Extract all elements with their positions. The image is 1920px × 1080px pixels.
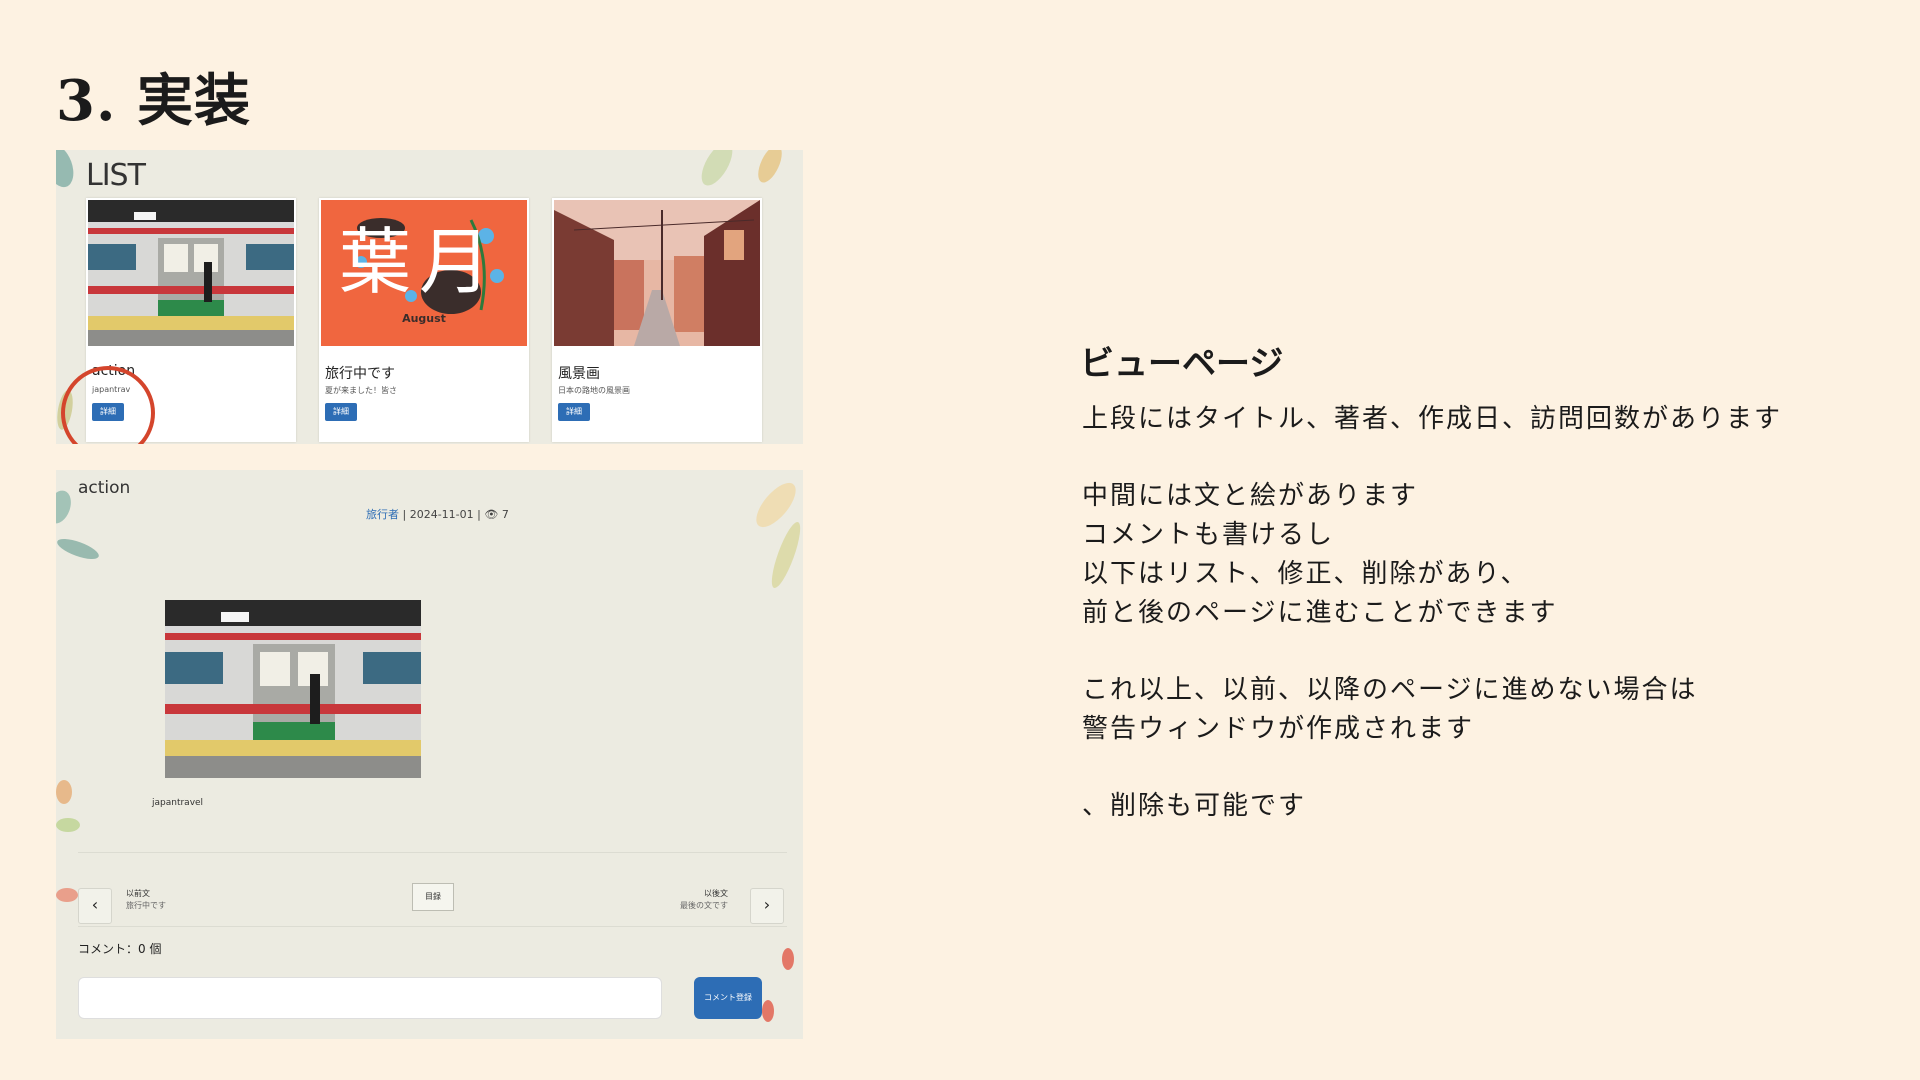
train-photo <box>88 200 294 346</box>
decor-leaf <box>56 888 78 902</box>
card-title: 風景画 <box>558 366 600 382</box>
view-count: 7 <box>501 508 509 521</box>
street-painting <box>554 200 760 346</box>
list-card[interactable]: 風景画 日本の路地の風景画 詳細 <box>552 198 762 442</box>
author-link[interactable]: 旅行者 <box>366 508 399 521</box>
chevron-left-icon: ‹ <box>91 895 99 914</box>
meta-separator: | <box>402 508 410 521</box>
view-page-screenshot: action 旅行者 | 2024-11-01 | 👁 7 japantrave… <box>56 470 803 1039</box>
section-title: ビューページ <box>1080 344 1284 384</box>
list-page-screenshot: LIST action japantrav 詳細 葉月 August 旅行中です… <box>56 150 803 444</box>
description-text: 上段にはタイトル、著者、作成日、訪問回数があります 中間には文と絵があります コ… <box>1082 400 1782 826</box>
post-date: 2024-11-01 <box>409 508 474 521</box>
list-heading: LIST <box>86 158 146 193</box>
next-page-button[interactable]: › <box>750 888 784 924</box>
description-line: 警告ウィンドウが作成されます <box>1082 714 1475 744</box>
description-line: 、削除も可能です <box>1082 791 1307 821</box>
card-subtitle: 夏が来ました！皆さ <box>325 386 397 395</box>
divider <box>78 852 787 853</box>
slide-title: 3. 実装 <box>56 68 251 134</box>
comment-input[interactable] <box>78 977 662 1019</box>
description-line: コメントも書けるし <box>1082 520 1335 550</box>
description-line: 上段にはタイトル、著者、作成日、訪問回数があります <box>1082 404 1783 434</box>
eye-icon: 👁 <box>484 508 499 521</box>
next-post-info[interactable]: 以後文 最後の文です <box>676 888 728 912</box>
next-title: 最後の文です <box>680 901 728 910</box>
decor-leaf <box>753 150 787 186</box>
image-caption: japantravel <box>152 798 204 808</box>
prev-page-button[interactable]: ‹ <box>78 888 112 924</box>
list-button[interactable]: 目録 <box>412 883 454 911</box>
decor-leaf <box>56 487 76 527</box>
comment-submit-button[interactable]: コメント登録 <box>694 977 762 1019</box>
next-label: 以後文 <box>704 889 728 898</box>
divider <box>78 926 787 927</box>
detail-button[interactable]: 詳細 <box>325 403 357 421</box>
description-line: これ以上、以前、以降のページに進めない場合は <box>1082 675 1698 705</box>
post-meta: 旅行者 | 2024-11-01 | 👁 7 <box>366 506 509 522</box>
card-subtitle: 日本の路地の風景画 <box>558 386 630 395</box>
prev-label: 以前文 <box>126 889 150 898</box>
description-line: 以下はリスト、修正、削除があり、 <box>1082 559 1529 589</box>
list-card[interactable]: 葉月 August 旅行中です 夏が来ました！皆さ 詳細 <box>319 198 529 442</box>
chevron-right-icon: › <box>763 895 771 914</box>
poster-text: August <box>402 312 446 325</box>
decor-leaf <box>695 150 739 191</box>
comment-count: コメント：0 個 <box>78 942 162 956</box>
decor-leaf <box>56 780 72 804</box>
post-image <box>165 600 421 778</box>
decor-leaf <box>766 519 803 591</box>
poster-kanji: 葉月 <box>339 220 500 304</box>
decor-leaf <box>762 1000 774 1022</box>
detail-button[interactable]: 詳細 <box>558 403 590 421</box>
post-title: action <box>78 478 131 498</box>
decor-leaf <box>56 534 102 564</box>
august-poster: 葉月 August <box>321 200 527 346</box>
decor-leaf <box>782 948 794 970</box>
description-line: 前と後のページに進むことができます <box>1082 598 1558 628</box>
prev-post-info[interactable]: 以前文 旅行中です <box>126 888 166 912</box>
card-title: 旅行中です <box>325 366 395 382</box>
decor-leaf <box>56 818 80 832</box>
prev-title: 旅行中です <box>126 901 166 910</box>
decor-leaf <box>56 150 79 192</box>
description-line: 中間には文と絵があります <box>1082 481 1419 511</box>
